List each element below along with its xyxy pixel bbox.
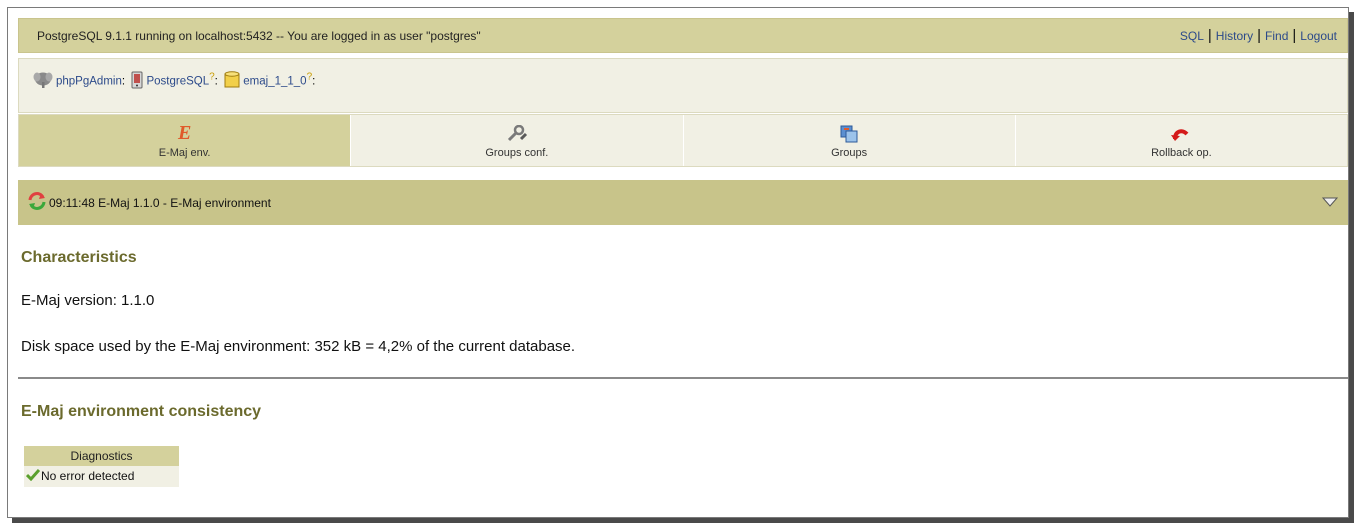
page-time: 09:11:48 bbox=[49, 195, 95, 210]
tab-groups-conf[interactable]: Groups conf. bbox=[351, 115, 684, 166]
page-title: E-Maj environment bbox=[170, 195, 271, 210]
top-bar: PostgreSQL 9.1.1 running on localhost:54… bbox=[18, 18, 1348, 53]
page-title-bar: 09:11:48 E-Maj 1.1.0 - E-Maj environment bbox=[18, 180, 1348, 225]
breadcrumb-phppgadmin[interactable]: phpPgAdmin bbox=[56, 76, 122, 88]
tab-label: Groups conf. bbox=[485, 146, 549, 159]
server-status: PostgreSQL 9.1.1 running on localhost:54… bbox=[37, 28, 481, 43]
consistency-heading: E-Maj environment consistency bbox=[21, 403, 262, 420]
tab-label: Rollback op. bbox=[1151, 146, 1212, 159]
table-row: No error detected bbox=[24, 466, 179, 488]
section-divider bbox=[18, 377, 1348, 379]
version-line: E-Maj version: 1.1.0 bbox=[21, 292, 155, 309]
characteristics-heading: Characteristics bbox=[21, 249, 137, 266]
tab-label: E-Maj env. bbox=[158, 146, 211, 159]
logout-link[interactable]: Logout bbox=[1300, 29, 1337, 43]
breadcrumb-database[interactable]: emaj_1_1_0 bbox=[243, 76, 306, 88]
tab-groups[interactable]: Groups bbox=[683, 115, 1016, 166]
breadcrumb-server[interactable]: PostgreSQL bbox=[146, 76, 209, 88]
tab-emaj-env[interactable]: E E-Maj env. bbox=[19, 115, 352, 166]
refresh-icon[interactable] bbox=[27, 191, 47, 214]
sql-link[interactable]: SQL bbox=[1180, 29, 1204, 43]
browser-frame: PostgreSQL 9.1.1 running on localhost:54… bbox=[7, 7, 1349, 518]
rollback-arrow-icon bbox=[1170, 123, 1192, 145]
server-icon bbox=[131, 71, 143, 92]
disk-space-line: Disk space used by the E-Maj environment… bbox=[21, 338, 576, 355]
elephant-icon bbox=[33, 71, 53, 92]
groups-icon bbox=[839, 123, 859, 145]
collapse-triangle-icon[interactable] bbox=[1321, 196, 1339, 210]
tools-icon bbox=[506, 123, 528, 145]
tab-label: Groups bbox=[831, 146, 868, 159]
top-links: SQL | History | Find | Logout bbox=[1179, 27, 1337, 44]
checkmark-icon bbox=[25, 469, 41, 484]
diagnostic-message: No error detected bbox=[41, 469, 135, 483]
history-link[interactable]: History bbox=[1216, 29, 1253, 43]
database-icon bbox=[224, 71, 240, 92]
diagnostics-header: Diagnostics bbox=[24, 446, 179, 466]
tab-rollback-op[interactable]: Rollback op. bbox=[1015, 115, 1347, 166]
emaj-e-icon: E bbox=[177, 122, 192, 144]
breadcrumb: phpPgAdmin: PostgreSQL?: emaj_1_1_0?: bbox=[18, 58, 1348, 113]
diagnostics-table: Diagnostics No error detected bbox=[24, 446, 179, 488]
tab-bar: E E-Maj env. Groups conf. Groups Rollbac… bbox=[18, 114, 1348, 167]
find-link[interactable]: Find bbox=[1265, 29, 1288, 43]
page-product: E-Maj 1.1.0 bbox=[98, 195, 160, 210]
